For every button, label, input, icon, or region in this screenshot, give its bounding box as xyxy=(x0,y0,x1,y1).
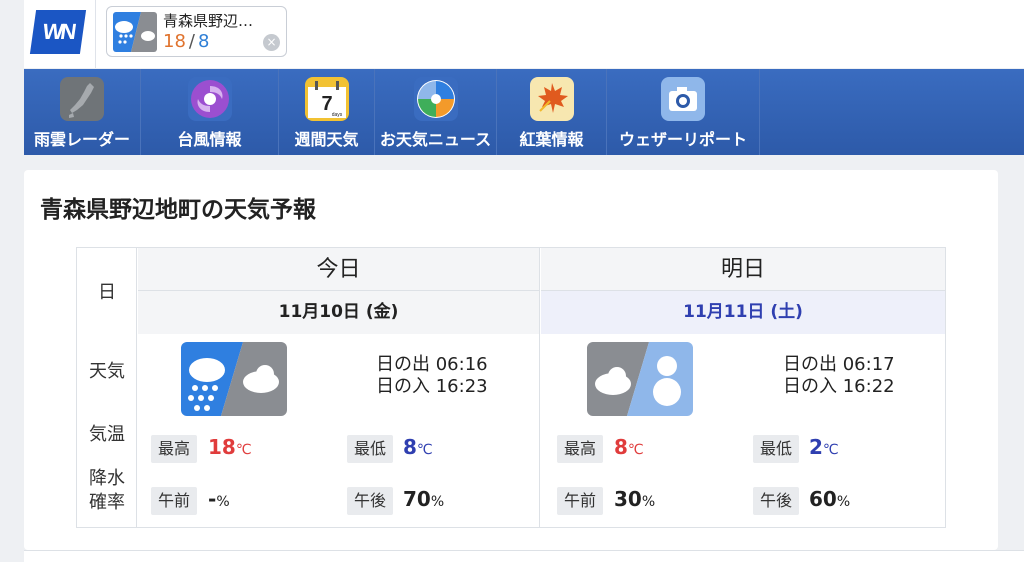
row-label-temperature: 気温 xyxy=(89,424,125,445)
sun-info: 日の出 06:17 日の入 16:22 xyxy=(783,354,895,398)
sun-info: 日の出 06:16 日の入 16:23 xyxy=(376,354,488,398)
day-date: 11月11日 (土) xyxy=(541,291,945,334)
day-label: 今日 xyxy=(138,248,539,291)
nav-item-radar[interactable]: 雨雲レーダー xyxy=(24,69,141,155)
nav-label: 台風情報 xyxy=(177,130,242,149)
logo-link[interactable]: WN xyxy=(24,0,96,68)
high-temp-value: 18℃ xyxy=(208,435,252,459)
precip-unit: % xyxy=(836,494,851,510)
chip-low-temp: 8 xyxy=(197,31,210,52)
row-label-weather: 天気 xyxy=(89,361,125,382)
camera-icon xyxy=(661,77,705,121)
radar-map-icon xyxy=(60,77,104,121)
high-temp-tag: 最高 xyxy=(557,435,604,463)
precip-unit: % xyxy=(216,494,230,510)
precip-number: 60 xyxy=(809,487,837,511)
nav-filler xyxy=(760,69,1024,155)
forecast-table: 日 天気 気温 降水 確率 今日 11月10日 (金) 日の出 06:16 日の… xyxy=(76,247,946,528)
close-icon[interactable]: × xyxy=(263,34,280,51)
typhoon-icon xyxy=(187,77,232,121)
nav-item-weekly[interactable]: 7 days 週間天気 xyxy=(279,69,375,155)
main-nav: 雨雲レーダー 台風情報 7 days 週間天気 お天気ニュース 紅葉情報 ウェザ… xyxy=(24,69,1024,155)
chip-separator: / xyxy=(188,31,195,52)
forecast-card: 青森県野辺地町の天気予報 日 天気 気温 降水 確率 今日 11月10日 (金) xyxy=(24,170,998,550)
nav-label: ウェザーリポート xyxy=(618,130,747,149)
low-temp-tag: 最低 xyxy=(753,435,800,463)
row-label-precip-2: 確率 xyxy=(89,492,125,513)
pm-precip-tag: 午後 xyxy=(347,487,394,515)
page-title: 青森県野辺地町の天気予報 xyxy=(40,197,316,223)
precip-number: 70 xyxy=(403,487,431,511)
temp-number: 18 xyxy=(208,435,236,459)
temp-unit: ℃ xyxy=(416,442,433,458)
temp-number: 8 xyxy=(403,435,417,459)
top-bar: WN 青森県野辺… 18/8 × xyxy=(24,0,1024,68)
svg-text:days: days xyxy=(331,112,342,118)
nav-item-autumn-leaves[interactable]: 紅葉情報 xyxy=(497,69,607,155)
nav-item-weather-report[interactable]: ウェザーリポート xyxy=(607,69,760,155)
temp-number: 2 xyxy=(809,435,823,459)
maple-leaf-icon xyxy=(529,77,574,121)
precip-unit: % xyxy=(641,494,656,510)
precip-number: 30 xyxy=(614,487,642,511)
next-card-edge xyxy=(24,550,1024,562)
calendar-7days-icon: 7 days xyxy=(304,77,349,121)
nav-label: 週間天気 xyxy=(294,130,359,149)
pm-precip-value: 60% xyxy=(809,487,850,511)
am-precip-tag: 午前 xyxy=(151,487,198,515)
temp-number: 8 xyxy=(614,435,628,459)
nav-label: お天気ニュース xyxy=(379,130,492,149)
sunrise-time: 日の出 06:17 xyxy=(783,354,895,375)
pm-precip-tag: 午後 xyxy=(753,487,800,515)
am-precip-value: -% xyxy=(208,487,230,511)
low-temp-value: 8℃ xyxy=(403,435,433,459)
cloudy-then-snow-icon xyxy=(587,342,693,416)
low-temp-value: 2℃ xyxy=(809,435,839,459)
row-label-precip: 降水 xyxy=(89,468,125,489)
rain-then-cloudy-icon xyxy=(113,12,157,52)
temp-unit: ℃ xyxy=(235,442,252,458)
day-date: 11月10日 (金) xyxy=(138,291,539,334)
day-column-today: 今日 11月10日 (金) 日の出 06:16 日の入 16:23 最高 18℃… xyxy=(138,248,540,527)
chip-location-name: 青森県野辺… xyxy=(163,12,254,30)
wn-logo: WN xyxy=(29,10,87,54)
nav-item-news[interactable]: お天気ニュース xyxy=(375,69,497,155)
row-label-day: 日 xyxy=(98,282,116,303)
precip-unit: % xyxy=(430,494,445,510)
high-temp-tag: 最高 xyxy=(151,435,198,463)
sunrise-time: 日の出 06:16 xyxy=(376,354,488,375)
temp-unit: ℃ xyxy=(822,442,839,458)
row-labels: 日 天気 気温 降水 確率 xyxy=(77,248,137,527)
am-precip-value: 30% xyxy=(614,487,655,511)
weather-news-icon xyxy=(413,77,458,121)
chip-temperatures: 18/8 xyxy=(163,31,209,52)
chip-high-temp: 18 xyxy=(163,31,186,52)
low-temp-tag: 最低 xyxy=(347,435,394,463)
high-temp-value: 8℃ xyxy=(614,435,644,459)
nav-label: 雨雲レーダー xyxy=(33,130,130,149)
am-precip-tag: 午前 xyxy=(557,487,604,515)
rain-then-cloudy-icon xyxy=(181,342,287,416)
day-column-tomorrow: 明日 11月11日 (土) 日の出 06:17 日の入 16:22 最高 8℃ … xyxy=(541,248,945,527)
sunset-time: 日の入 16:22 xyxy=(783,376,895,397)
pm-precip-value: 70% xyxy=(403,487,444,511)
temp-unit: ℃ xyxy=(627,442,644,458)
location-chip[interactable]: 青森県野辺… 18/8 × xyxy=(106,6,287,57)
nav-label: 紅葉情報 xyxy=(519,130,584,149)
day-label: 明日 xyxy=(541,248,945,291)
nav-item-typhoon[interactable]: 台風情報 xyxy=(141,69,279,155)
sunset-time: 日の入 16:23 xyxy=(376,376,488,397)
